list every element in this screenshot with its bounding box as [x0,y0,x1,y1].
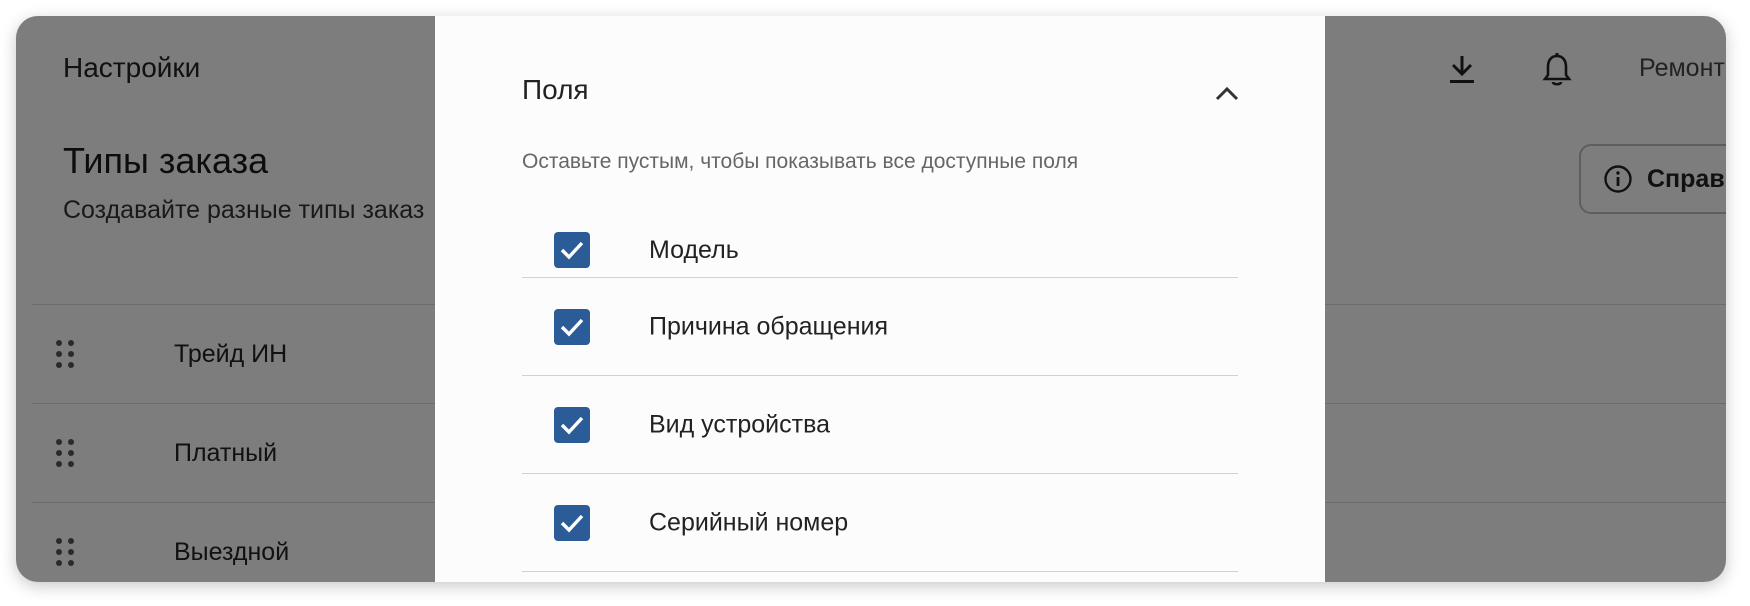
checkmark-icon [560,318,584,336]
field-label: Причина обращения [649,312,889,340]
checkbox[interactable] [554,504,590,541]
field-option-reason[interactable]: Причина обращения [522,278,1238,376]
checkmark-icon [560,416,584,434]
checkmark-icon [560,514,584,532]
field-option-serial[interactable]: Серийный номер [522,474,1238,572]
collapse-button[interactable] [1205,72,1249,116]
fields-panel: Поля Оставьте пустым, чтобы показывать в… [435,16,1325,582]
checkbox[interactable] [554,232,590,268]
field-option-model[interactable]: Модель [522,198,1238,278]
field-label: Вид устройства [649,410,830,438]
field-label: Серийный номер [649,508,849,536]
checkbox[interactable] [554,406,590,443]
panel-title: Поля [522,74,589,105]
app-window: Настройки Ремонт Типы заказа Создавайте … [16,16,1726,582]
field-option-device-type[interactable]: Вид устройства [522,376,1238,474]
checkbox[interactable] [554,308,590,345]
panel-hint: Оставьте пустым, чтобы показывать все до… [522,150,1079,173]
checkmark-icon [560,241,584,260]
field-label: Модель [649,236,739,264]
chevron-up-icon [1215,86,1239,101]
field-list: Модель Причина обращения Вид устройства … [522,198,1238,572]
